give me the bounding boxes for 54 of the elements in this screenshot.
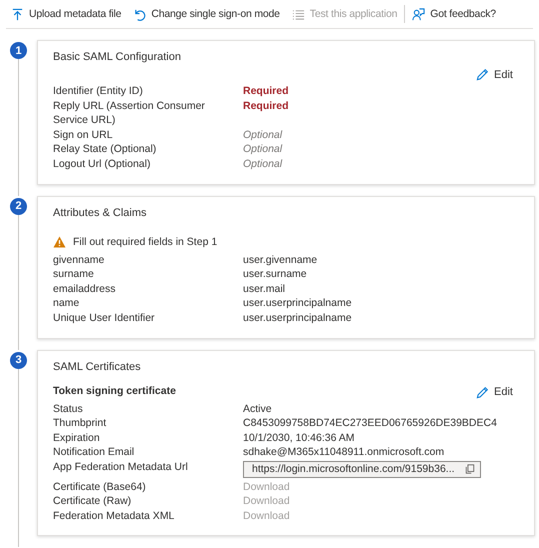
field-value: user.mail <box>243 282 286 296</box>
edit-button[interactable]: Edit <box>476 68 513 81</box>
warning-text: Fill out required fields in Step 1 <box>73 236 218 248</box>
field-value: user.userprincipalname <box>243 310 352 326</box>
field-label: Federation Metadata XML <box>53 508 176 524</box>
feedback-icon <box>412 8 426 20</box>
field-label: Thumbprint <box>53 416 108 431</box>
optional-status: Optional <box>243 142 282 157</box>
field-label: Expiration <box>53 430 101 446</box>
field-label: App Federation Metadata Url <box>53 460 189 475</box>
toolbar-button[interactable]: Upload metadata file <box>6 8 126 20</box>
field-label: Logout Url (Optional) <box>53 156 152 172</box>
field-label: surname <box>53 267 95 282</box>
section-subtitle: Token signing certificate <box>53 384 176 397</box>
upload-icon <box>11 8 24 20</box>
field-value: Active <box>243 402 272 416</box>
field-label: emailaddress <box>53 282 116 296</box>
step-number: 1 <box>10 42 27 59</box>
url-field[interactable]: https://login.microsoftonline.com/9159b36... <box>243 460 481 478</box>
toolbar-button[interactable]: Got feedback? <box>407 8 501 20</box>
pencil-icon <box>476 386 490 399</box>
card-title: Basic SAML Configuration <box>53 50 182 65</box>
field-label: Identifier (Entity ID) <box>53 84 144 99</box>
field-value: user.surname <box>243 267 307 282</box>
field-label: Certificate (Raw) <box>53 494 132 509</box>
card-title: Attributes & Claims <box>53 206 148 221</box>
edit-button[interactable]: Edit <box>476 386 513 399</box>
warning-icon <box>53 236 66 248</box>
field-label: Certificate (Base64) <box>53 480 147 494</box>
field-label: Status <box>53 402 84 416</box>
list-icon <box>292 8 305 20</box>
field-value: sdhake@M365x11048911.onmicrosoft.com <box>243 445 444 460</box>
field-label: Unique User Identifier <box>53 310 156 326</box>
step-number: 2 <box>10 198 27 215</box>
required-status: Required <box>243 98 289 114</box>
field-label: Reply URL (Assertion Consumer Service URL) <box>53 98 206 128</box>
step-number: 3 <box>10 352 27 369</box>
field-value: user.userprincipalname <box>243 296 352 311</box>
field-label: name <box>53 296 80 311</box>
field-value: user.givenname <box>243 252 318 268</box>
field-label: Sign on URL <box>53 128 114 142</box>
pencil-icon <box>476 68 490 81</box>
field-value: 10/1/2030, 10:46:36 AM <box>243 430 355 446</box>
card-title: SAML Certificates <box>53 360 142 375</box>
undo-icon <box>133 8 146 20</box>
field-label: Relay State (Optional) <box>53 142 158 157</box>
field-label: givenname <box>53 252 106 268</box>
copy-icon[interactable] <box>464 464 475 474</box>
field-label: Notification Email <box>53 445 136 460</box>
field-value: C8453099758BD74EC273EED06765926DE39BDEC4 <box>243 416 497 431</box>
toolbar-button[interactable]: Change single sign-on mode <box>128 8 285 20</box>
optional-status: Optional <box>243 128 282 142</box>
optional-status: Optional <box>243 156 282 172</box>
required-status: Required <box>243 84 289 99</box>
